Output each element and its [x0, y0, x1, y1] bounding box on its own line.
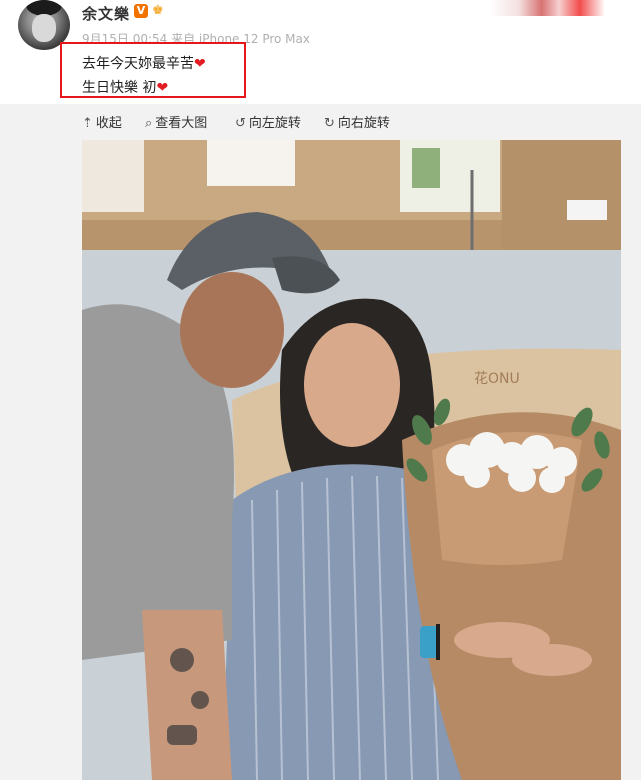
- search-icon: ⌕: [145, 116, 153, 131]
- avatar-face: [32, 14, 56, 42]
- red-highlight-box: [60, 42, 246, 98]
- rotate-left-icon: ↺: [235, 116, 246, 131]
- rotate-right-button[interactable]: ↻ 向右旋转: [324, 112, 390, 131]
- rotate-left-label: 向左旋转: [248, 116, 301, 131]
- view-large-button[interactable]: ⌕ 查看大图: [145, 112, 207, 131]
- crown-icon: ♚: [152, 3, 164, 18]
- corner-thumbnail: [490, 0, 605, 16]
- rotate-left-button[interactable]: ↺ 向左旋转: [235, 112, 301, 131]
- rotate-right-label: 向右旋转: [337, 116, 390, 131]
- rotate-right-icon: ↻: [324, 116, 335, 131]
- weibo-post-header: 余文樂 V ♚ 9月15日 00:54 来自 iPhone 12 Pro Max…: [0, 0, 641, 104]
- view-large-label: 查看大图: [155, 116, 208, 131]
- collapse-button[interactable]: ⇡ 收起: [82, 112, 122, 131]
- vip-verified-icon: V: [134, 4, 148, 18]
- collapse-icon: ⇡: [82, 116, 93, 131]
- username-link[interactable]: 余文樂: [82, 3, 130, 24]
- bouquet-tag-text: 花ONU: [474, 371, 520, 387]
- collapse-label: 收起: [95, 116, 122, 131]
- image-toolbar: ⇡ 收起 ⌕ 查看大图 ↺ 向左旋转 ↻ 向右旋转: [0, 104, 641, 138]
- photo-illustration: 花ONU: [82, 140, 621, 780]
- post-photo[interactable]: 花ONU: [82, 140, 621, 780]
